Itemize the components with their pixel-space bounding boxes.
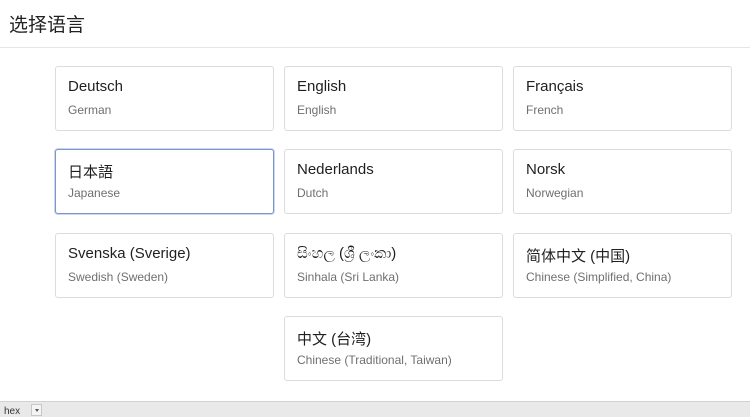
status-bar: hex (0, 401, 750, 417)
language-english-name: Sinhala (Sri Lanka) (297, 270, 400, 284)
status-text: hex (4, 406, 21, 417)
language-english-name: Chinese (Simplified, China) (526, 270, 672, 284)
language-card-norsk[interactable]: Norsk Norwegian (513, 149, 732, 214)
language-name: English (297, 78, 347, 95)
language-card-sinhala[interactable]: සිංහල (ශ්‍රී ලංකා) Sinhala (Sri Lanka) (284, 233, 503, 298)
language-name: Norsk (526, 161, 566, 178)
language-name: 日本語 (68, 164, 114, 181)
language-english-name: Norwegian (526, 186, 584, 200)
language-card-japanese[interactable]: 日本語 Japanese (55, 149, 274, 214)
page-title: 选择语言 (9, 14, 86, 36)
language-card-simplified-chinese[interactable]: 简体中文 (中国) Chinese (Simplified, China) (513, 233, 732, 298)
language-name: Français (526, 78, 584, 95)
header: 选择语言 (0, 0, 750, 48)
language-name: Deutsch (68, 78, 124, 95)
language-name: සිංහල (ශ්‍රී ලංකා) (297, 245, 397, 262)
language-card-deutsch[interactable]: Deutsch German (55, 66, 274, 131)
language-name: 简体中文 (中国) (526, 248, 631, 265)
chevron-down-icon[interactable] (31, 404, 42, 416)
language-picker-page: 选择语言 Deutsch German English English Fran… (0, 0, 750, 417)
language-card-traditional-chinese[interactable]: 中文 (台湾) Chinese (Traditional, Taiwan) (284, 316, 503, 381)
language-name: 中文 (台湾) (297, 331, 372, 348)
language-english-name: Chinese (Traditional, Taiwan) (297, 353, 452, 367)
language-english-name: French (526, 103, 564, 117)
language-english-name: Dutch (297, 186, 329, 200)
language-name: Svenska (Sverige) (68, 245, 191, 262)
language-card-svenska[interactable]: Svenska (Sverige) Swedish (Sweden) (55, 233, 274, 298)
language-card-francais[interactable]: Français French (513, 66, 732, 131)
language-english-name: English (297, 103, 337, 117)
language-english-name: Japanese (68, 186, 121, 200)
language-card-nederlands[interactable]: Nederlands Dutch (284, 149, 503, 214)
language-english-name: Swedish (Sweden) (68, 270, 169, 284)
language-card-english[interactable]: English English (284, 66, 503, 131)
language-english-name: German (68, 103, 112, 117)
language-name: Nederlands (297, 161, 374, 178)
